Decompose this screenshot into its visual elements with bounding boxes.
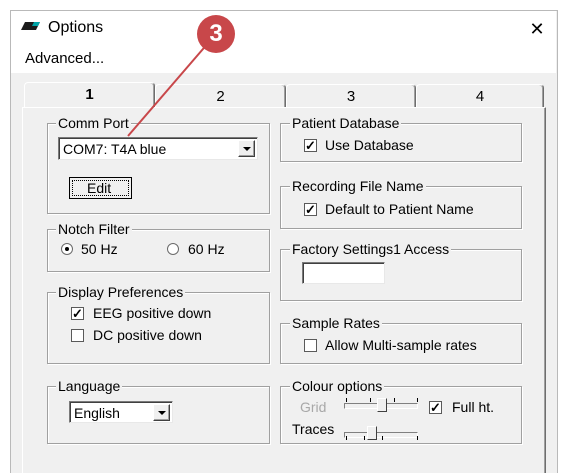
eeg-positive-down-label[interactable]: EEG positive down — [93, 305, 211, 321]
radio-60hz[interactable] — [167, 243, 179, 255]
traces-label: Traces — [292, 421, 335, 437]
sample-rates-title: Sample Rates — [290, 315, 382, 331]
patient-database-title: Patient Database — [290, 115, 402, 131]
language-value: English — [74, 405, 120, 421]
eeg-positive-down-checkbox[interactable]: ✓ — [71, 307, 84, 320]
callout-number: 3 — [209, 20, 223, 47]
close-icon: ✕ — [529, 19, 545, 39]
notch-filter-title: Notch Filter — [56, 221, 132, 237]
grid-slider-tick — [394, 398, 395, 402]
radio-50hz[interactable] — [61, 243, 73, 255]
colour-options-title: Colour options — [290, 378, 385, 394]
traces-slider[interactable] — [344, 424, 420, 442]
grid-slider-thumb[interactable] — [377, 398, 387, 412]
window-icon-shape — [21, 22, 40, 30]
grid-slider-tick — [417, 398, 418, 402]
comm-port-select[interactable]: COM7: T4A blue — [58, 137, 258, 160]
full-ht-checkbox[interactable]: ✓ — [429, 401, 442, 414]
callout-badge: 3 — [197, 15, 235, 53]
grid-slider-tick — [370, 398, 371, 402]
factory-settings-title: Factory Settings1 Access — [290, 241, 452, 257]
traces-slider-tick — [417, 436, 418, 440]
traces-slider-tick — [364, 436, 365, 440]
display-preferences-title: Display Preferences — [56, 284, 186, 300]
edit-button-label: Edit — [87, 180, 112, 196]
tab-3[interactable]: 3 — [286, 84, 416, 108]
traces-slider-tick — [346, 436, 347, 440]
radio-50hz-label[interactable]: 50 Hz — [81, 241, 118, 257]
comm-port-value: COM7: T4A blue — [63, 141, 167, 157]
tab-4-label: 4 — [475, 88, 485, 105]
tab-2-label: 2 — [216, 88, 225, 105]
tab-3-label: 3 — [346, 88, 356, 105]
dc-positive-down-label[interactable]: DC positive down — [93, 327, 202, 343]
menu-item-advanced[interactable]: Advanced... — [25, 50, 104, 67]
grid-slider[interactable] — [344, 396, 420, 414]
language-select[interactable]: English — [69, 401, 173, 423]
grid-label: Grid — [300, 399, 327, 415]
recording-file-name-title: Recording File Name — [290, 178, 426, 194]
traces-slider-thumb[interactable] — [367, 426, 377, 440]
default-to-patient-checkbox[interactable]: ✓ — [304, 203, 317, 216]
default-to-patient-label[interactable]: Default to Patient Name — [325, 201, 474, 217]
traces-slider-track — [344, 432, 418, 438]
allow-multi-sample-checkbox[interactable] — [304, 339, 317, 352]
comm-port-title: Comm Port — [56, 115, 131, 131]
close-button[interactable]: ✕ — [524, 16, 550, 42]
tab-4[interactable]: 4 — [416, 84, 544, 108]
grid-slider-tick — [346, 398, 347, 402]
tab-1-label: 1 — [85, 86, 94, 103]
full-ht-label[interactable]: Full ht. — [452, 399, 494, 415]
tab-1[interactable]: 1 — [24, 82, 155, 108]
chevron-down-icon[interactable] — [153, 404, 170, 421]
language-title: Language — [56, 378, 123, 394]
chevron-down-icon[interactable] — [238, 140, 255, 157]
radio-60hz-label[interactable]: 60 Hz — [188, 241, 225, 257]
dc-positive-down-checkbox[interactable] — [71, 329, 84, 342]
traces-slider-tick — [382, 436, 383, 440]
use-database-checkbox[interactable]: ✓ — [304, 139, 317, 152]
allow-multi-sample-label[interactable]: Allow Multi-sample rates — [325, 337, 477, 353]
use-database-label[interactable]: Use Database — [325, 137, 414, 153]
edit-button[interactable]: Edit — [69, 177, 132, 199]
window-title: Options — [48, 19, 104, 36]
factory-settings-input[interactable] — [302, 262, 385, 284]
tab-2[interactable]: 2 — [155, 84, 286, 108]
